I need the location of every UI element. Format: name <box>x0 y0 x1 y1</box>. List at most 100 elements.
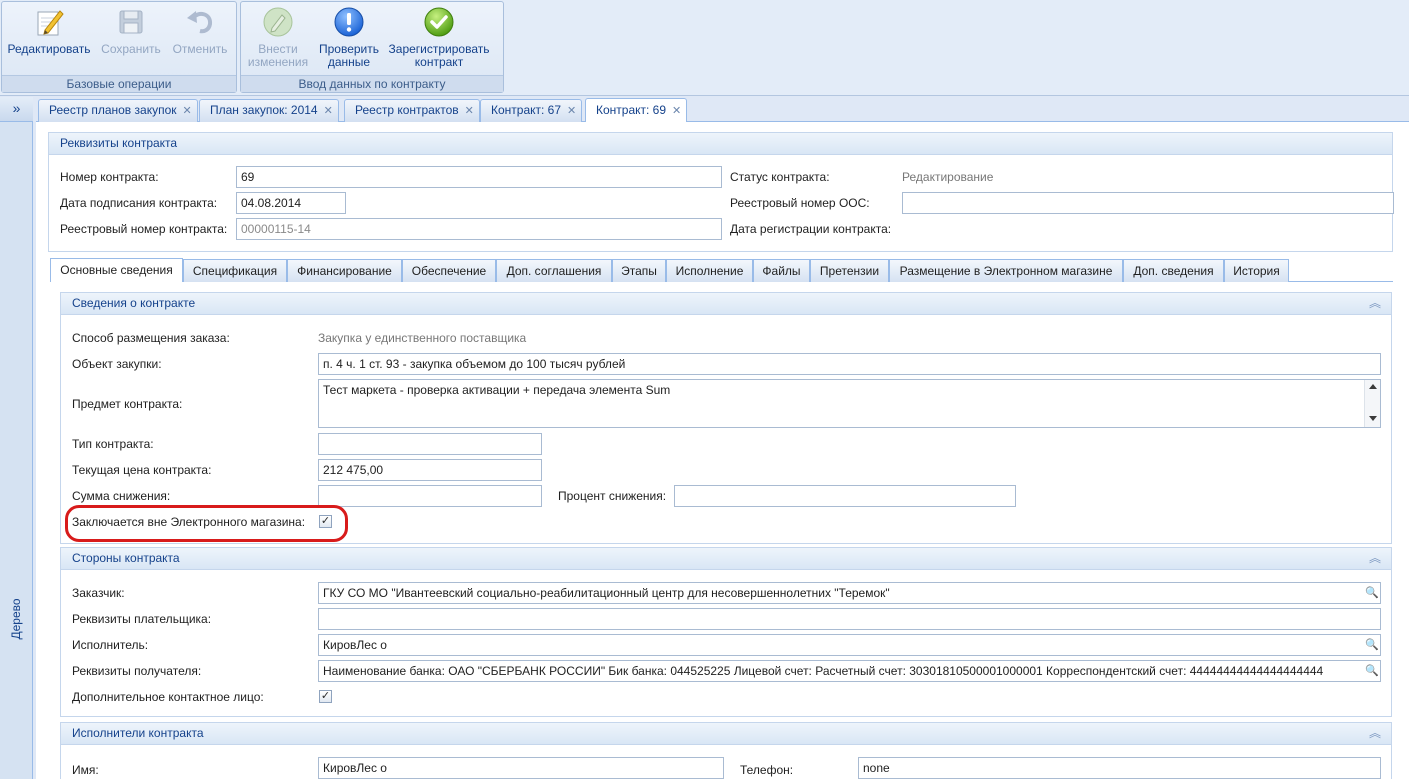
collapse-icon[interactable]: ︽ <box>1369 548 1381 569</box>
info-icon <box>334 7 364 37</box>
tab-financing[interactable]: Финансирование <box>287 259 402 282</box>
oos-number-field[interactable] <box>902 192 1394 214</box>
contract-form: Реквизиты контракта Номер контракта: 69 … <box>36 122 1409 779</box>
reduction-amount-field[interactable] <box>318 485 542 507</box>
close-icon[interactable]: ✕ <box>672 100 681 122</box>
edit-button-label: Редактировать <box>7 42 91 56</box>
tab-additional-info[interactable]: Доп. сведения <box>1123 259 1224 282</box>
save-button[interactable]: Сохранить <box>91 4 171 56</box>
recipient-requisites-value: Наименование банка: ОАО "СБЕРБАНК РОССИИ… <box>323 664 1324 678</box>
scroll-down-arrow-icon[interactable] <box>1369 416 1377 421</box>
tab-label: Контракт: 67 <box>491 103 562 117</box>
tab-contract-69[interactable]: Контракт: 69 ✕ <box>585 98 688 122</box>
purchase-object-label: Объект закупки: <box>72 357 162 371</box>
tab-e-shop-placement[interactable]: Размещение в Электронном магазине <box>889 259 1123 282</box>
panel-title: Реквизиты контракта <box>49 133 1392 155</box>
tab-purchase-plan-2014[interactable]: План закупок: 2014 ✕ <box>199 99 339 122</box>
search-icon[interactable]: 🔍 <box>1365 635 1379 655</box>
edit-icon <box>37 10 64 36</box>
save-button-label: Сохранить <box>101 42 161 56</box>
edit-button[interactable]: Редактировать <box>5 4 93 56</box>
tab-files[interactable]: Файлы <box>753 259 810 282</box>
contract-subject-text: Тест маркета - проверка активации + пере… <box>323 383 671 397</box>
tab-claims[interactable]: Претензии <box>810 259 889 282</box>
contract-number-label: Номер контракта: <box>60 170 159 184</box>
tab-label: Контракт: 69 <box>596 103 667 117</box>
undo-button-label: Отменить <box>172 42 228 56</box>
tab-contracts-registry[interactable]: Реестр контрактов ✕ <box>344 99 480 122</box>
placement-method-label: Способ размещения заказа: <box>72 331 230 345</box>
executor-field[interactable]: КировЛес о 🔍 <box>318 634 1381 656</box>
tab-stages[interactable]: Этапы <box>612 259 666 282</box>
make-changes-label: Внести изменения <box>247 42 309 69</box>
checkmark-icon <box>424 7 454 37</box>
panel-title: Стороны контракта <box>72 551 180 565</box>
panel-title: Сведения о контракте <box>72 296 196 310</box>
check-data-label: Проверить данные <box>318 42 379 69</box>
tree-panel-collapsed: » Дерево <box>0 97 33 779</box>
tab-security[interactable]: Обеспечение <box>402 259 496 282</box>
customer-field[interactable]: ГКУ СО МО "Ивантеевский социально-реабил… <box>318 582 1381 604</box>
close-icon[interactable]: ✕ <box>567 101 576 121</box>
executor-phone-field[interactable]: none <box>858 757 1381 779</box>
recipient-requisites-field[interactable]: Наименование банка: ОАО "СБЕРБАНК РОССИИ… <box>318 660 1381 682</box>
contract-section-tabs: Основные сведения Спецификация Финансиро… <box>50 258 1393 282</box>
payer-requisites-field[interactable] <box>318 608 1381 630</box>
register-contract-label: Зарегистрировать контракт <box>388 42 490 69</box>
close-icon[interactable]: ✕ <box>465 101 474 121</box>
executor-value: КировЛес о <box>323 638 387 652</box>
scroll-up-arrow-icon[interactable] <box>1369 384 1377 389</box>
tab-execution[interactable]: Исполнение <box>666 259 753 282</box>
executor-phone-label: Телефон: <box>740 763 794 777</box>
textarea-scrollbar[interactable] <box>1364 380 1380 427</box>
oos-number-label: Реестровый номер ООС: <box>730 196 870 210</box>
executors-header: Исполнители контракта ︽ <box>61 723 1391 745</box>
undo-button[interactable]: Отменить <box>164 4 236 56</box>
close-icon[interactable]: ✕ <box>324 101 333 121</box>
tab-contract-67[interactable]: Контракт: 67 ✕ <box>480 99 583 122</box>
contract-type-field[interactable] <box>318 433 542 455</box>
expand-tree-button[interactable]: » <box>0 97 33 122</box>
tab-history[interactable]: История <box>1224 259 1289 282</box>
contract-number-field[interactable]: 69 <box>236 166 722 188</box>
customer-label: Заказчик: <box>72 586 125 600</box>
search-icon[interactable]: 🔍 <box>1365 583 1379 603</box>
customer-value: ГКУ СО МО "Ивантеевский социально-реабил… <box>323 586 890 600</box>
placement-method-value: Закупка у единственного поставщика <box>318 331 527 345</box>
executor-label: Исполнитель: <box>72 638 149 652</box>
current-price-label: Текущая цена контракта: <box>72 463 212 477</box>
collapse-icon[interactable]: ︽ <box>1369 723 1381 744</box>
ribbon-toolbar: Редактировать Сохранить Отменить Базовые… <box>0 0 1409 96</box>
sign-date-label: Дата подписания контракта: <box>60 196 218 210</box>
ribbon-group-contract-data: Внести изменения Проверить данные Зареги… <box>240 1 504 93</box>
contract-info-header: Сведения о контракте ︽ <box>61 293 1391 315</box>
tab-label: План закупок: 2014 <box>210 103 318 117</box>
check-data-button[interactable]: Проверить данные <box>314 4 384 69</box>
close-icon[interactable]: ✕ <box>183 101 192 121</box>
outside-e-shop-label: Заключается вне Электронного магазина: <box>72 515 306 529</box>
tree-panel-label[interactable]: Дерево <box>9 598 23 639</box>
tab-label: Реестр планов закупок <box>49 103 177 117</box>
registry-number-field[interactable]: 00000115-14 <box>236 218 722 240</box>
tab-additional-agreements[interactable]: Доп. соглашения <box>496 259 612 282</box>
extra-contact-checkbox[interactable]: ✓ <box>319 690 332 703</box>
contract-parties-panel: Стороны контракта ︽ Заказчик: ГКУ СО МО … <box>60 547 1392 717</box>
search-icon[interactable]: 🔍 <box>1365 661 1379 681</box>
double-chevron-right-icon: » <box>12 100 21 116</box>
current-price-field[interactable]: 212 475,00 <box>318 459 542 481</box>
tab-specification[interactable]: Спецификация <box>183 259 287 282</box>
purchase-object-field[interactable]: п. 4 ч. 1 ст. 93 - закупка объемом до 10… <box>318 353 1381 375</box>
make-changes-button[interactable]: Внести изменения <box>243 4 313 69</box>
sign-date-field[interactable]: 04.08.2014 <box>236 192 346 214</box>
tab-purchase-plans-registry[interactable]: Реестр планов закупок ✕ <box>38 99 198 122</box>
ribbon-group-label: Базовые операции <box>2 75 236 92</box>
contract-subject-textarea[interactable]: Тест маркета - проверка активации + пере… <box>318 379 1381 428</box>
register-contract-button[interactable]: Зарегистрировать контракт <box>383 4 495 69</box>
contract-requisites-panel: Реквизиты контракта Номер контракта: 69 … <box>48 132 1394 252</box>
tab-label: Реестр контрактов <box>355 103 459 117</box>
outside-e-shop-checkbox[interactable]: ✓ <box>319 515 332 528</box>
reduction-percent-field[interactable] <box>674 485 1016 507</box>
executor-name-field[interactable]: КировЛес о <box>318 757 724 779</box>
tab-main-info[interactable]: Основные сведения <box>50 258 183 282</box>
collapse-icon[interactable]: ︽ <box>1369 293 1381 314</box>
